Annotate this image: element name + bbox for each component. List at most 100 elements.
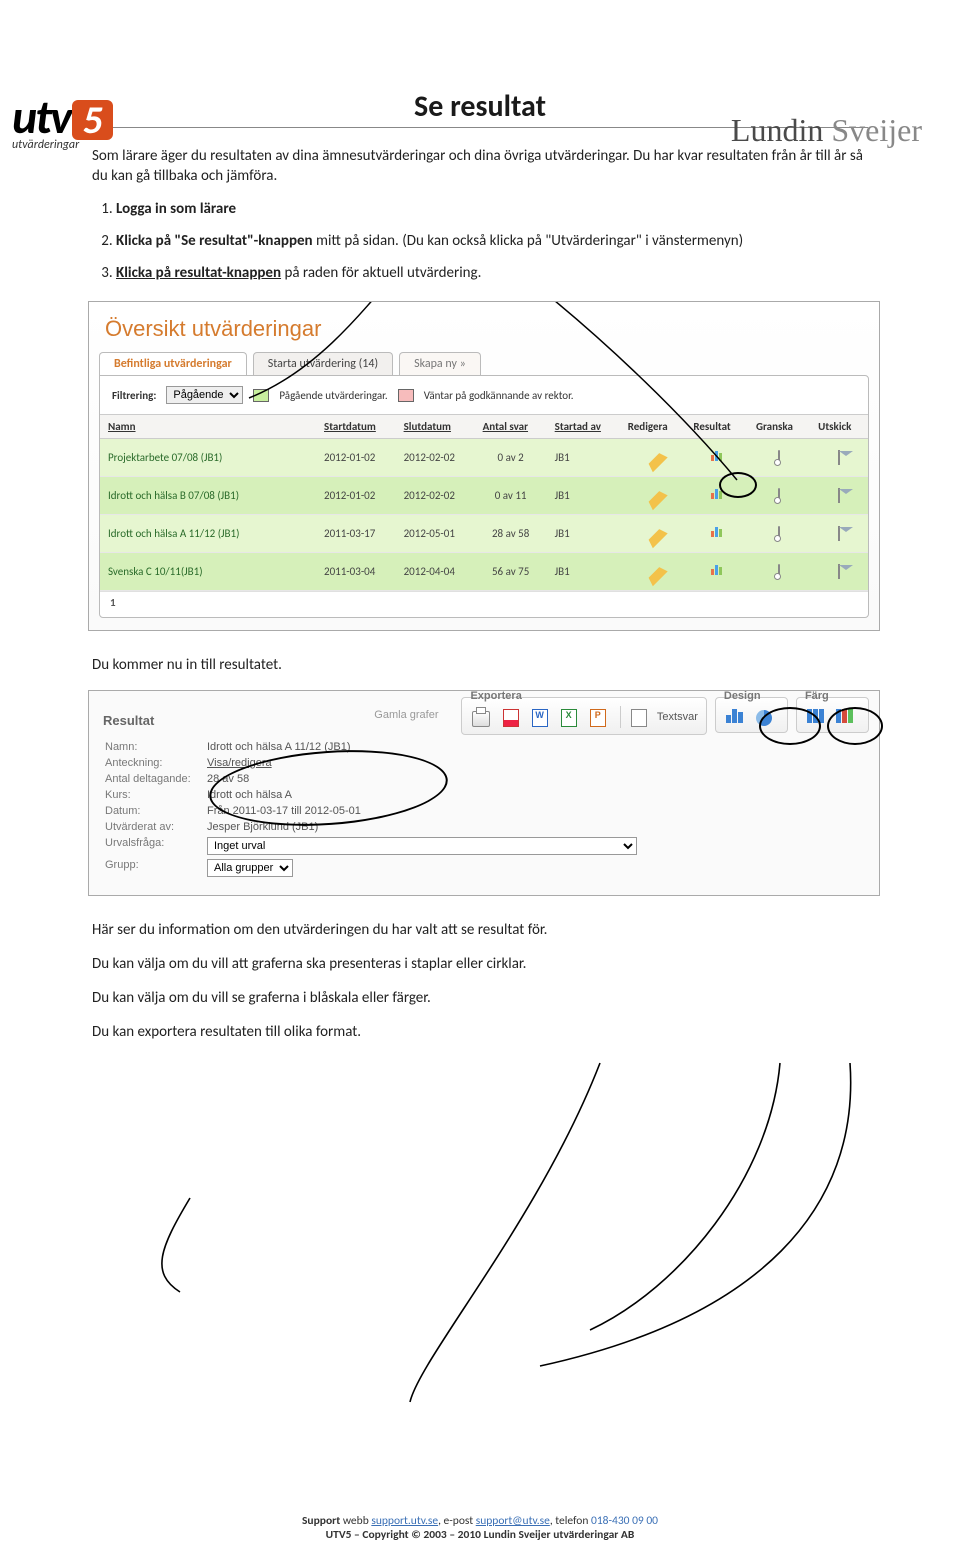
cell-svar: 0 av 11: [475, 477, 547, 515]
step-1: Logga in som lärare: [116, 199, 868, 219]
detail-row: Grupp:Alla grupper: [105, 857, 863, 879]
cell-namn[interactable]: Projektarbete 07/08 (JB1): [100, 439, 316, 477]
ppt-icon: [590, 709, 606, 727]
review-icon[interactable]: [778, 564, 780, 579]
cell-namn[interactable]: Idrott och hälsa B 07/08 (JB1): [100, 477, 316, 515]
edit-icon[interactable]: [637, 442, 667, 472]
cell-av: JB1: [547, 553, 620, 591]
print-icon: [472, 711, 490, 727]
support-mail-link[interactable]: support@utv.se: [476, 1514, 550, 1528]
screenshot-overview: Översikt utvärderingar Befintliga utvärd…: [88, 301, 880, 631]
pager-1[interactable]: 1: [110, 596, 116, 609]
tab-start[interactable]: Starta utvärdering (14): [253, 352, 393, 375]
old-graphs-link[interactable]: Gamla grafer: [374, 709, 438, 721]
mail-icon[interactable]: [838, 526, 840, 541]
detail-value: Jesper Björklund (JB1): [207, 821, 318, 833]
bars-blue-icon: [807, 709, 825, 726]
result-icon[interactable]: [709, 451, 724, 464]
legend-ongoing-swatch: [253, 389, 269, 402]
grupp-select[interactable]: Alla grupper: [207, 859, 293, 877]
text-icon: [631, 709, 647, 727]
design-pie-button[interactable]: [753, 706, 775, 726]
table-row: Idrott och hälsa B 07/08 (JB1)2012-01-02…: [100, 477, 868, 515]
edit-icon[interactable]: [637, 518, 667, 548]
textsvar-label: Textsvar: [657, 711, 698, 723]
design-bars-button[interactable]: [724, 706, 746, 726]
col-namn[interactable]: Namn: [100, 415, 316, 439]
detail-row: Datum:Från 2011-03-17 till 2012-05-01: [105, 803, 863, 819]
tab-new[interactable]: Skapa ny »: [399, 352, 481, 375]
legend-ongoing-label: Pågående utvärderingar.: [279, 389, 387, 402]
col-av[interactable]: Startad av: [547, 415, 620, 439]
mail-icon[interactable]: [838, 488, 840, 503]
design-group: Design: [715, 697, 788, 733]
cell-slut: 2012-02-02: [396, 439, 475, 477]
intro-text: Som lärare äger du resultaten av dina äm…: [92, 146, 868, 187]
color-group: Färg: [796, 697, 869, 733]
bars-icon: [726, 709, 744, 726]
detail-row: Utvärderat av:Jesper Björklund (JB1): [105, 819, 863, 835]
cell-av: JB1: [547, 477, 620, 515]
color-blue-button[interactable]: [805, 706, 827, 726]
col-svar[interactable]: Antal svar: [475, 415, 547, 439]
cell-svar: 56 av 75: [475, 553, 547, 591]
excel-icon: [561, 709, 577, 727]
table-row: Svenska C 10/11(JB1)2011-03-042012-04-04…: [100, 553, 868, 591]
step-2: Klicka på "Se resultat"-knappen mitt på …: [116, 231, 868, 251]
cell-start: 2011-03-17: [316, 515, 396, 553]
steps-list: Logga in som lärare Klicka på "Se result…: [116, 199, 868, 284]
col-start[interactable]: Startdatum: [316, 415, 396, 439]
mail-icon[interactable]: [838, 564, 840, 579]
cell-slut: 2012-02-02: [396, 477, 475, 515]
detail-key: Utvärderat av:: [105, 821, 207, 833]
export-group: Exportera Textsvar: [461, 697, 706, 735]
edit-icon[interactable]: [637, 480, 667, 510]
detail-row: Urvalsfråga:Inget urval: [105, 835, 863, 857]
outro-2: Du kan välja om du vill att graferna ska…: [92, 954, 868, 974]
detail-value-link[interactable]: Visa/redigera: [207, 757, 272, 769]
outro-3: Du kan välja om du vill se graferna i bl…: [92, 988, 868, 1008]
col-slut[interactable]: Slutdatum: [396, 415, 475, 439]
step-3: Klicka på resultat-knappen på raden för …: [116, 263, 868, 283]
export-ppt-button[interactable]: [587, 707, 609, 727]
support-web-link[interactable]: support.utv.se: [371, 1514, 438, 1528]
cell-svar: 0 av 2: [475, 439, 547, 477]
detail-row: Kurs:Idrott och hälsa A: [105, 787, 863, 803]
legend-pending-label: Väntar på godkännande av rektor.: [424, 389, 574, 402]
pie-icon: [756, 710, 772, 726]
cell-namn[interactable]: Svenska C 10/11(JB1): [100, 553, 316, 591]
edit-icon[interactable]: [637, 556, 667, 586]
detail-row: Anteckning:Visa/redigera: [105, 755, 863, 771]
result-icon[interactable]: [709, 489, 724, 502]
col-resultat: Resultat: [685, 415, 748, 439]
outro-1: Här ser du information om den utvärderin…: [92, 920, 868, 940]
col-granska: Granska: [748, 415, 810, 439]
export-text-button[interactable]: [628, 707, 650, 727]
export-print-button[interactable]: [470, 707, 492, 727]
filter-label: Filtrering:: [112, 389, 156, 402]
result-icon[interactable]: [709, 527, 724, 540]
result-icon[interactable]: [709, 565, 724, 578]
cell-namn[interactable]: Idrott och hälsa A 11/12 (JB1): [100, 515, 316, 553]
result-label: Resultat: [103, 697, 154, 728]
pdf-icon: [503, 709, 519, 727]
mail-icon[interactable]: [838, 450, 840, 465]
cell-slut: 2012-04-04: [396, 553, 475, 591]
page-footer: Support webb support.utv.se, e-post supp…: [0, 1514, 960, 1542]
filter-select[interactable]: Pågående: [166, 386, 243, 404]
detail-row: Namn:Idrott och hälsa A 11/12 (JB1): [105, 739, 863, 755]
cell-svar: 28 av 58: [475, 515, 547, 553]
export-word-button[interactable]: [529, 707, 551, 727]
support-phone: 018-430 09 00: [591, 1514, 658, 1528]
review-icon[interactable]: [778, 488, 780, 503]
detail-value: 28 av 58: [207, 773, 249, 785]
export-pdf-button[interactable]: [500, 707, 522, 727]
detail-value: Idrott och hälsa A 11/12 (JB1): [207, 741, 351, 753]
review-icon[interactable]: [778, 526, 780, 541]
tab-existing[interactable]: Befintliga utvärderingar: [99, 352, 247, 375]
color-multi-button[interactable]: [834, 706, 856, 726]
detail-key: Urvalsfråga:: [105, 837, 207, 855]
review-icon[interactable]: [778, 450, 780, 465]
urval-select[interactable]: Inget urval: [207, 837, 637, 855]
export-excel-button[interactable]: [558, 707, 580, 727]
